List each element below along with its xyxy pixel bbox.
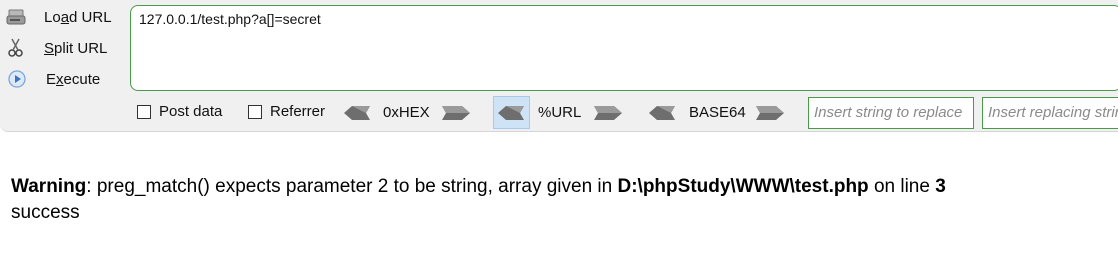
replace-with-input[interactable]: Insert replacing string: [982, 97, 1118, 129]
php-warning-line: Warning: preg_match() expects parameter …: [11, 174, 946, 200]
replace-with-placeholder: Insert replacing string: [988, 104, 1118, 121]
replace-find-input[interactable]: Insert string to replace: [808, 97, 974, 129]
warning-label: Warning: [11, 176, 87, 197]
base64-decode-arrow-icon[interactable]: [645, 103, 685, 123]
url-input[interactable]: 127.0.0.1/test.php?a[]=secret: [130, 5, 1118, 91]
base64-encode-arrow-icon[interactable]: [750, 103, 790, 123]
referrer-checkbox[interactable]: [248, 104, 262, 119]
referrer-option[interactable]: Referrer: [248, 103, 325, 120]
split-url-label-c: plit URL: [54, 39, 108, 57]
url-decode-arrow-icon[interactable]: [494, 103, 534, 123]
load-url-icon: [6, 6, 28, 28]
execute-label-c: ecute: [63, 70, 101, 88]
hex-encode-arrow-icon[interactable]: [436, 103, 476, 123]
result-text: success: [11, 202, 80, 223]
page-output: Warning: preg_match() expects parameter …: [11, 174, 946, 226]
replace-find-placeholder: Insert string to replace: [814, 104, 963, 121]
play-icon: [6, 68, 28, 90]
post-data-label: Post data: [159, 103, 223, 120]
load-url-label-c: d URL: [69, 8, 112, 26]
scissors-icon: [6, 37, 28, 59]
warning-on-line-text: on line: [868, 176, 936, 197]
split-url-button[interactable]: Split URL: [4, 35, 122, 61]
execute-button[interactable]: Execute: [4, 66, 122, 92]
split-url-label-b: S: [44, 39, 55, 57]
post-data-checkbox[interactable]: [137, 104, 151, 119]
warning-file-path: D:\phpStudy\WWW\test.php: [617, 176, 869, 197]
execute-label-a: E: [46, 70, 57, 88]
hex-decode-arrow-icon[interactable]: [340, 103, 380, 123]
hackbar-toolbar: Load URL Split URL Execute 127.0.0.1/tes…: [0, 0, 1118, 132]
post-data-option[interactable]: Post data: [137, 103, 222, 120]
load-url-label-b: a: [60, 8, 70, 26]
hex-encoder-label: 0xHEX: [383, 104, 430, 121]
warning-line-number: 3: [935, 176, 946, 197]
execute-label-b: x: [56, 70, 64, 88]
url-input-value: 127.0.0.1/test.php?a[]=secret: [139, 11, 321, 27]
base64-encoder-label: BASE64: [689, 104, 746, 121]
url-encoder-label: %URL: [538, 104, 582, 121]
referrer-label: Referrer: [270, 103, 326, 120]
load-url-button[interactable]: Load URL: [4, 4, 122, 30]
url-encode-arrow-icon[interactable]: [588, 103, 628, 123]
warning-message: : preg_match() expects parameter 2 to be…: [86, 176, 618, 197]
load-url-label-a: Lo: [44, 8, 61, 26]
